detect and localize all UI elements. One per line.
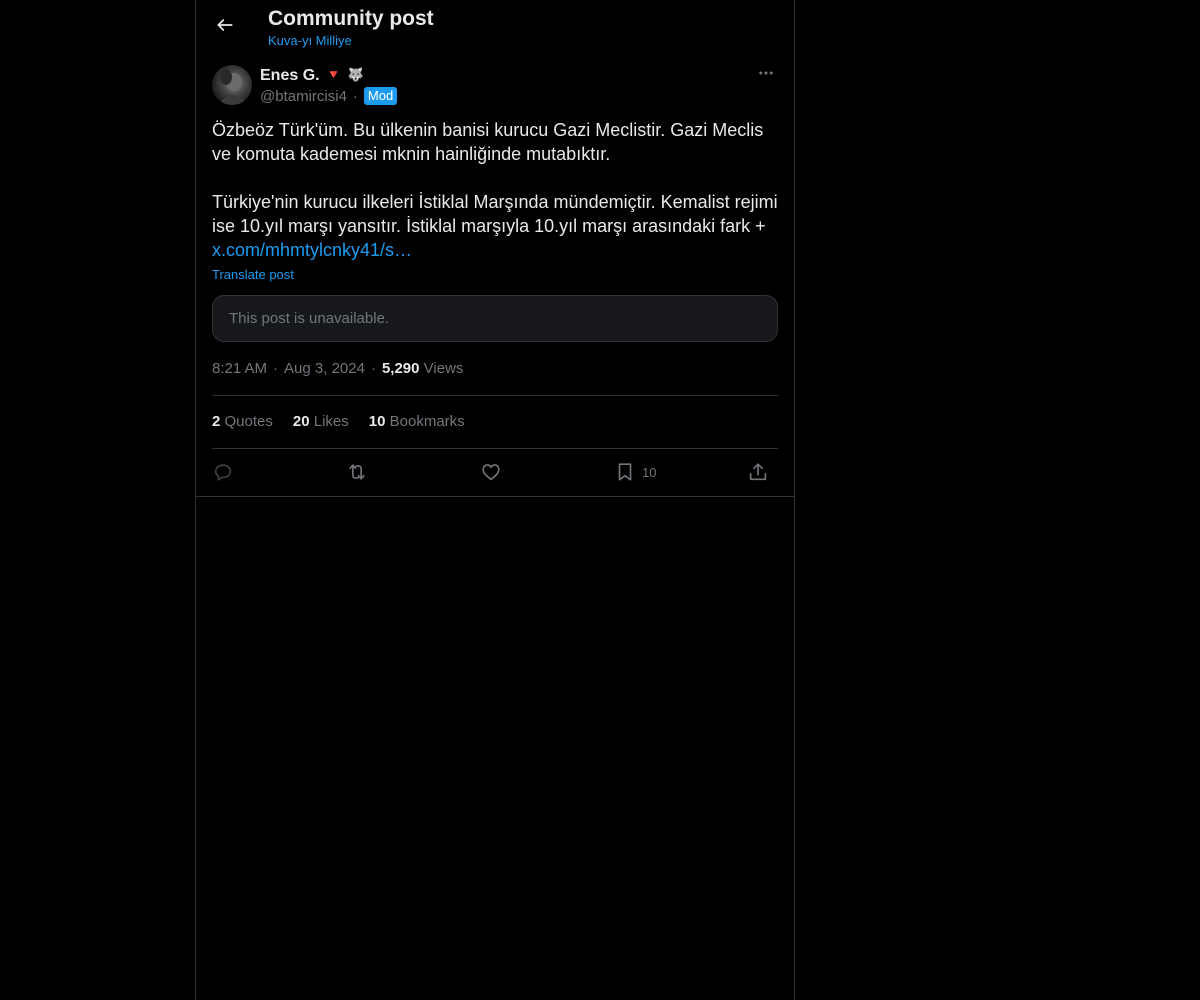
likes-count: 20: [292, 413, 310, 430]
bookmark-count: 10: [642, 464, 657, 480]
likes-stat[interactable]: 20 Likes: [293, 413, 349, 430]
quotes-stat[interactable]: 2 Quotes: [212, 413, 273, 430]
unavailable-text: This post is unavailable.: [229, 310, 390, 327]
display-name[interactable]: Enes G.: [260, 67, 320, 85]
bookmarks-count: 10: [368, 413, 386, 430]
bookmarks-stat[interactable]: 10 Bookmarks: [369, 413, 465, 430]
post-date[interactable]: Aug 3, 2024: [284, 360, 365, 377]
views-label: Views: [423, 360, 464, 377]
post-time[interactable]: 8:21 AM: [212, 360, 267, 377]
page-header: Community post Kuva-yı Milliye: [196, 0, 794, 56]
post-paragraph-2: Türkiye'nin kurucu ilkeleri İstiklal Mar…: [212, 190, 778, 262]
quotes-label: Quotes: [224, 413, 273, 430]
meta-dot: ·: [370, 360, 376, 377]
post-author: Enes G. 🔻 🐺 @btamircisi4 · Mod: [212, 64, 778, 108]
share-icon: [747, 461, 769, 483]
meta-dot: ·: [273, 360, 279, 377]
bookmarks-label: Bookmarks: [389, 413, 465, 430]
arrow-left-icon: [215, 15, 235, 40]
like-button[interactable]: [480, 458, 502, 486]
red-triangle-icon: 🔻: [325, 68, 342, 83]
likes-label: Likes: [313, 413, 349, 430]
divider: [212, 448, 778, 449]
quotes-count: 2: [212, 413, 221, 430]
post-stats: 2 Quotes 20 Likes 10 Bookmarks: [212, 413, 465, 430]
retweet-button[interactable]: [345, 458, 369, 486]
post-paragraph-2-text: Türkiye'nin kurucu ilkeleri İstiklal Mar…: [212, 192, 778, 236]
wolf-icon: 🐺: [347, 68, 364, 83]
community-link[interactable]: Kuva-yı Milliye: [268, 33, 352, 49]
action-bar: 10: [212, 458, 778, 486]
page-title: Community post: [268, 7, 434, 30]
views-count: 5,290: [381, 360, 420, 377]
mod-badge: Mod: [363, 87, 398, 105]
post-bottom-border: [196, 496, 794, 497]
post-column: Community post Kuva-yı Milliye Enes G. 🔻…: [195, 0, 795, 1000]
retweet-icon: [345, 461, 369, 483]
heart-icon: [480, 461, 502, 483]
separator-dot: ·: [352, 87, 358, 105]
back-button[interactable]: [208, 10, 242, 44]
user-handle[interactable]: @btamircisi4: [260, 88, 347, 105]
divider: [212, 395, 778, 396]
translate-post-link[interactable]: Translate post: [212, 267, 294, 282]
name-row: Enes G. 🔻 🐺: [260, 66, 364, 86]
reply-button[interactable]: [212, 458, 234, 486]
share-button[interactable]: [747, 458, 769, 486]
post-text: Özbeöz Türk'üm. Bu ülkenin banisi kurucu…: [212, 118, 778, 262]
more-horizontal-icon: [757, 64, 775, 87]
quoted-post-unavailable: This post is unavailable.: [212, 295, 778, 342]
post-meta: 8:21 AM · Aug 3, 2024 · 5,290 Views: [212, 360, 463, 377]
reply-icon: [212, 461, 234, 483]
bookmark-icon: [614, 461, 636, 483]
more-options-button[interactable]: [754, 64, 778, 86]
bookmark-button[interactable]: 10: [614, 458, 656, 486]
handle-row: @btamircisi4 · Mod: [260, 87, 398, 105]
post-link[interactable]: x.com/mhmtylcnky41/s…: [212, 240, 412, 260]
avatar[interactable]: [212, 65, 252, 105]
post-paragraph-1: Özbeöz Türk'üm. Bu ülkenin banisi kurucu…: [212, 120, 764, 164]
